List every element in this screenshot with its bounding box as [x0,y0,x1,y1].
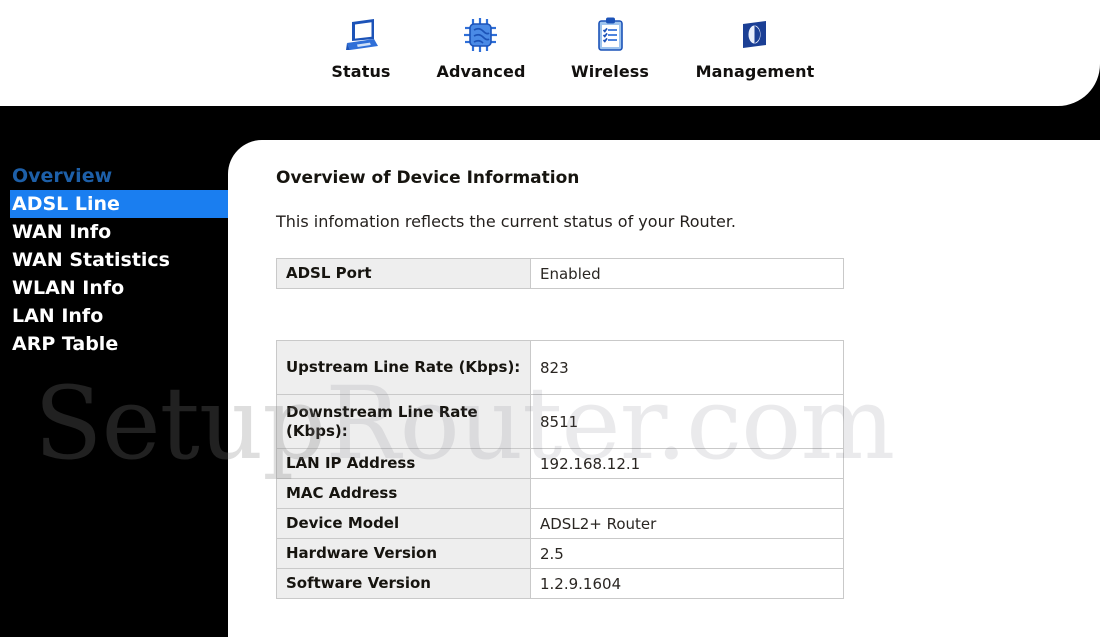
table-row: Downstream Line Rate (Kbps): 8511 [276,394,844,449]
row-value: 2.5 [530,538,844,569]
device-information-table: Upstream Line Rate (Kbps): 823 Downstrea… [276,340,844,599]
row-value: 8511 [530,394,844,449]
primary-nav: Status Advanced Wireless Management [300,8,830,81]
sidebar-item-wlan-info[interactable]: WLAN Info [0,274,229,302]
sidebar-item-overview[interactable]: Overview [0,162,229,190]
nav-label-advanced: Advanced [436,62,526,81]
nav-label-status: Status [331,62,391,81]
sidebar-item-arp-table[interactable]: ARP Table [0,330,229,358]
nav-label-management: Management [695,62,815,81]
content-panel: Overview of Device Information This info… [228,140,1100,637]
sidebar-item-wan-info[interactable]: WAN Info [0,218,229,246]
row-key: Hardware Version [276,538,531,569]
nav-item-advanced[interactable]: Advanced [422,8,540,81]
row-key: Downstream Line Rate (Kbps): [276,394,531,449]
row-value [530,478,844,509]
row-value: 1.2.9.1604 [530,568,844,599]
cpu-chip-icon [461,12,501,58]
table-row: Software Version 1.2.9.1604 [276,568,844,599]
clipboard-checklist-icon [590,12,630,58]
table-row: Upstream Line Rate (Kbps): 823 [276,340,844,395]
table-row: Hardware Version 2.5 [276,538,844,569]
row-key: MAC Address [276,478,531,509]
row-key: Software Version [276,568,531,599]
row-key: Upstream Line Rate (Kbps): [276,340,531,395]
table-row: ADSL Port Enabled [276,258,844,289]
nav-label-wireless: Wireless [570,62,650,81]
table-row: LAN IP Address 192.168.12.1 [276,448,844,479]
nav-item-management[interactable]: Management [680,8,830,81]
sidebar: Overview ADSL Line WAN Info WAN Statisti… [0,106,229,637]
row-value: ADSL2+ Router [530,508,844,539]
top-header-band: Status Advanced Wireless Management [0,0,1100,106]
page-title: Overview of Device Information [276,168,580,188]
laptop-icon [341,12,381,58]
flag-book-icon [735,12,775,58]
row-key: LAN IP Address [276,448,531,479]
row-key: ADSL Port [276,258,531,289]
sidebar-item-lan-info[interactable]: LAN Info [0,302,229,330]
row-value: 192.168.12.1 [530,448,844,479]
row-key: Device Model [276,508,531,539]
adsl-port-table: ADSL Port Enabled [276,258,844,289]
sidebar-item-adsl-line[interactable]: ADSL Line [10,190,228,218]
row-value: Enabled [530,258,844,289]
table-row: Device Model ADSL2+ Router [276,508,844,539]
row-value: 823 [530,340,844,395]
sidebar-item-wan-statistics[interactable]: WAN Statistics [0,246,229,274]
table-row: MAC Address [276,478,844,509]
page-subtitle: This infomation reflects the current sta… [276,212,737,231]
nav-item-wireless[interactable]: Wireless [540,8,680,81]
nav-item-status[interactable]: Status [300,8,422,81]
sidebar-nav: Overview ADSL Line WAN Info WAN Statisti… [0,162,229,358]
